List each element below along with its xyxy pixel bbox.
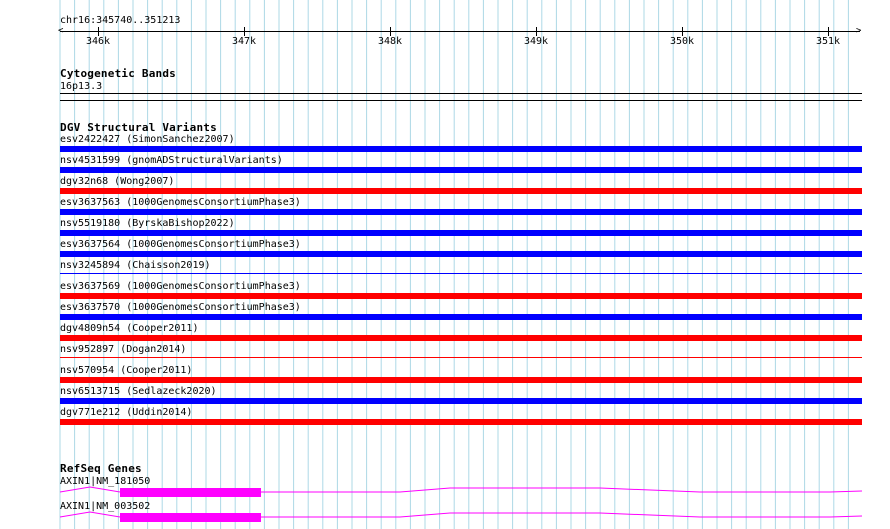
ruler-right-arrow: > [856, 26, 862, 36]
intron-line [59, 486, 121, 493]
variant-feature-bar[interactable] [60, 314, 862, 320]
variant-feature-bar[interactable] [60, 377, 862, 383]
variant-label[interactable]: nsv3245894 (Chaisson2019) [60, 260, 211, 271]
ruler-tick-label: 349k [524, 36, 549, 47]
variant-label[interactable]: nsv952897 (Dogan2014) [60, 344, 186, 355]
variant-feature-bar[interactable] [60, 251, 862, 257]
variant-label[interactable]: esv3637570 (1000GenomesConsortiumPhase3) [60, 302, 301, 313]
variant-feature-bar[interactable] [60, 188, 862, 194]
ruler-tick-label: 347k [232, 36, 257, 47]
ruler-tick-mark [828, 27, 829, 36]
intron-line [59, 511, 121, 518]
ruler-tick-mark [536, 27, 537, 36]
variant-label[interactable]: esv3637569 (1000GenomesConsortiumPhase3) [60, 281, 301, 292]
coding-exon [120, 488, 261, 497]
variant-feature-bar[interactable] [60, 398, 862, 404]
ruler-tick-label: 350k [670, 36, 695, 47]
variant-feature-bar[interactable] [60, 230, 862, 236]
ruler-tick-mark [682, 27, 683, 36]
ruler-axis [60, 31, 860, 32]
variant-feature-bar[interactable] [60, 293, 862, 299]
variant-label[interactable]: nsv570954 (Cooper2011) [60, 365, 192, 376]
ruler-left-arrow: < [58, 26, 64, 36]
variant-label[interactable]: dgv771e212 (Uddin2014) [60, 407, 192, 418]
ruler-tick-label: 351k [816, 36, 841, 47]
track-title-refseq: RefSeq Genes [60, 462, 142, 475]
variant-feature-bar[interactable] [60, 146, 862, 152]
variant-label[interactable]: esv3637564 (1000GenomesConsortiumPhase3) [60, 239, 301, 250]
variant-feature-bar[interactable] [60, 335, 862, 341]
cytoband-label[interactable]: 16p13.3 [60, 81, 102, 92]
ruler-tick-mark [98, 27, 99, 36]
ruler-location: chr16:345740..351213 [60, 15, 181, 26]
ruler-tick-mark [244, 27, 245, 36]
variant-feature-bar[interactable] [60, 273, 862, 274]
coordinate-ruler[interactable]: chr16:345740..351213 < > 346k 347k 348k 349… [0, 0, 890, 60]
cytoband-bar-bottom [60, 100, 862, 101]
variant-label[interactable]: nsv6513715 (Sedlazeck2020) [60, 386, 217, 397]
intron-line [261, 512, 863, 518]
variant-label[interactable]: nsv4531599 (gnomADStructuralVariants) [60, 155, 283, 166]
variant-feature-bar[interactable] [60, 209, 862, 215]
variant-feature-bar[interactable] [60, 357, 862, 358]
coding-exon [120, 513, 261, 522]
ruler-tick-label: 346k [86, 36, 111, 47]
variant-label[interactable]: nsv5519180 (ByrskaBishop2022) [60, 218, 235, 229]
variant-feature-bar[interactable] [60, 167, 862, 173]
refseq-gene-models[interactable] [0, 480, 890, 529]
variant-label[interactable]: esv2422427 (SimonSanchez2007) [60, 134, 235, 145]
track-title-dgv: DGV Structural Variants [60, 121, 217, 134]
variant-label[interactable]: dgv32n68 (Wong2007) [60, 176, 174, 187]
intron-line [261, 487, 863, 493]
variant-label[interactable]: dgv4809n54 (Cooper2011) [60, 323, 198, 334]
ruler-tick-mark [390, 27, 391, 36]
track-title-cytoband: Cytogenetic Bands [60, 67, 176, 80]
cytoband-bar-top [60, 93, 862, 94]
variant-label[interactable]: esv3637563 (1000GenomesConsortiumPhase3) [60, 197, 301, 208]
ruler-tick-label: 348k [378, 36, 403, 47]
variant-feature-bar[interactable] [60, 419, 862, 425]
